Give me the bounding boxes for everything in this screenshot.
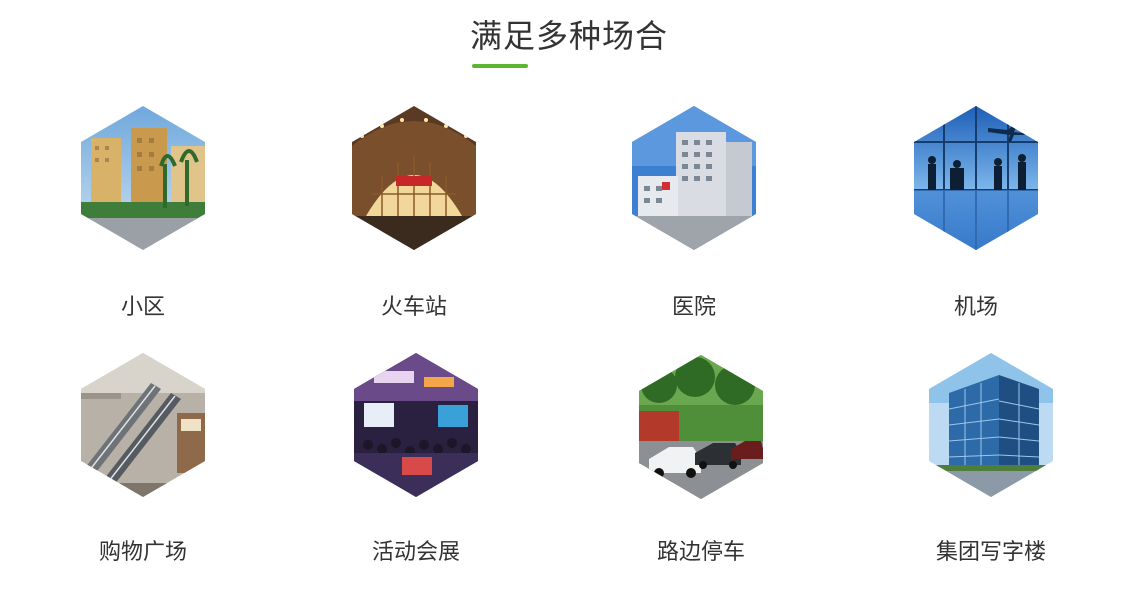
scenario-card-office-building[interactable] (929, 353, 1053, 497)
scenario-card-roadside-parking[interactable] (639, 355, 763, 499)
section-title: 满足多种场合 (469, 17, 668, 55)
airport-image (914, 106, 1038, 250)
hospital-image (632, 106, 756, 250)
scenario-label: 火车站 (380, 295, 447, 320)
exhibition-image (354, 353, 478, 497)
roadside-parking-image (639, 355, 763, 499)
scenario-label: 购物广场 (98, 540, 187, 565)
title-underline (472, 64, 528, 68)
scenario-label: 机场 (953, 295, 998, 320)
scenario-label: 小区 (120, 295, 165, 320)
office-building-image (929, 353, 1053, 497)
train-station-image (352, 106, 476, 250)
scenario-card-hospital[interactable] (632, 106, 756, 250)
scenario-card-exhibition[interactable] (354, 353, 478, 497)
scenario-label: 活动会展 (371, 540, 460, 565)
residential-community-image (81, 106, 205, 250)
scenario-card-train-station[interactable] (352, 106, 476, 250)
scenario-card-residential[interactable] (81, 106, 205, 250)
scenario-card-airport[interactable] (914, 106, 1038, 250)
scenario-label: 医院 (671, 295, 716, 320)
scenario-label: 路边停车 (656, 540, 745, 565)
shopping-mall-image (81, 353, 205, 497)
scenario-card-shopping-mall[interactable] (81, 353, 205, 497)
scenario-label: 集团写字楼 (935, 540, 1046, 565)
